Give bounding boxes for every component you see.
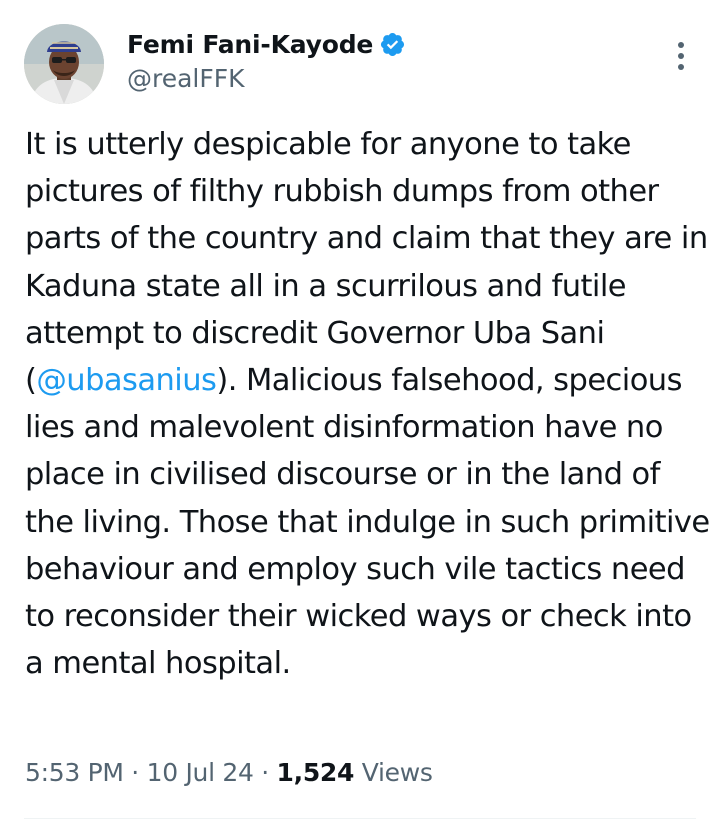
verified-badge-icon [379, 31, 406, 58]
tweet-date[interactable]: 10 Jul 24 [147, 758, 254, 787]
mention-link[interactable]: @ubasanius [36, 363, 217, 398]
tweet-time[interactable]: 5:53 PM [25, 758, 124, 787]
meta-separator: · [253, 758, 277, 787]
more-options-icon[interactable] [666, 38, 696, 74]
views-count: 1,524 [276, 758, 355, 787]
tweet-text-part1: It is utterly despicable for anyone to t… [25, 127, 708, 399]
views-label: Views [354, 758, 433, 787]
tweet-text-part2: ). Malicious falsehood, specious lies an… [25, 363, 710, 682]
tweet-text: It is utterly despicable for anyone to t… [25, 121, 710, 687]
author-name-row: Femi Fani-Kayode [127, 26, 406, 62]
avatar[interactable] [24, 24, 104, 104]
tweet: Femi Fani-Kayode @realFFK It is utterly … [0, 0, 720, 823]
profile-photo [24, 24, 104, 104]
divider [24, 818, 696, 819]
tweet-meta: 5:53 PM · 10 Jul 24 · 1,524 Views [25, 758, 433, 787]
meta-separator: · [123, 758, 147, 787]
author-handle[interactable]: @realFFK [127, 64, 245, 93]
author-display-name[interactable]: Femi Fani-Kayode [127, 30, 373, 59]
